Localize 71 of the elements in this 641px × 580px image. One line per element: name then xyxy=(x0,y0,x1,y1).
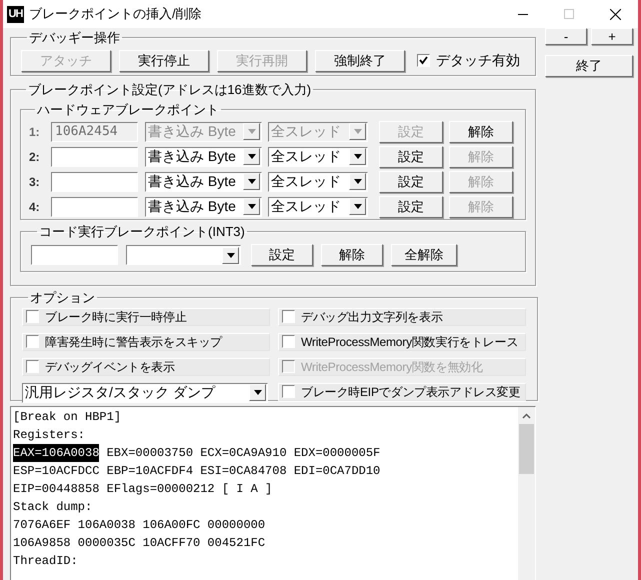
checkbox[interactable] xyxy=(26,360,39,373)
plus-button[interactable]: + xyxy=(591,28,633,45)
action-button[interactable]: 設定 xyxy=(251,244,313,266)
checkbox-label: WriteProcessMemory関数実行をトレース xyxy=(301,334,518,350)
log-text: EAX=106A0038 xyxy=(13,444,100,462)
exit-button[interactable]: 終了 xyxy=(545,55,633,77)
set-button[interactable]: 設定 xyxy=(379,170,443,192)
checkbox[interactable] xyxy=(282,335,295,348)
address-field[interactable] xyxy=(51,146,138,166)
action-button[interactable]: 解除 xyxy=(321,244,383,266)
checkbox[interactable] xyxy=(26,310,39,323)
scroll-thumb[interactable] xyxy=(519,424,534,474)
group-title: ブレークポイント設定(アドレスは16進数で入力) xyxy=(27,81,312,99)
checkbox[interactable] xyxy=(26,335,39,348)
dropdown[interactable]: 全スレッド xyxy=(268,146,368,166)
set-button[interactable]: 設定 xyxy=(379,146,443,168)
log-text-area[interactable] xyxy=(10,406,536,580)
group-title: コード実行ブレークポイント(INT3) xyxy=(38,222,246,241)
action-button[interactable]: 全解除 xyxy=(391,244,457,266)
set-button[interactable]: 設定 xyxy=(379,196,443,218)
dropdown[interactable] xyxy=(126,245,241,265)
group-title: デバッギー操作 xyxy=(28,29,121,47)
action-button[interactable]: 実行停止 xyxy=(119,50,209,72)
dropdown-value: 書き込み Byte xyxy=(148,147,236,166)
row-label: 2: xyxy=(29,148,41,166)
checkbox-label: デバッグ出力文字列を表示 xyxy=(301,308,443,326)
log-text: 106A9858 0000035C 10ACFF70 004521FC xyxy=(13,535,266,552)
log-text: Stack dump: xyxy=(13,499,92,516)
log-text: ThreadID: xyxy=(13,553,78,570)
window-title: ブレークポイントの挿入/削除 xyxy=(29,5,202,24)
app-logo: UH xyxy=(7,6,24,22)
checkbox-label: 障害発生時に警告表示をスキップ xyxy=(45,334,222,350)
row-label: 3: xyxy=(29,174,41,190)
checkbox-label: WriteProcessMemory関数を無効化 xyxy=(301,358,483,376)
dropdown[interactable]: 全スレッド xyxy=(268,196,368,216)
checkbox-label: ブレーク時EIPでダンプ表示アドレス変更 xyxy=(301,384,520,400)
dropdown[interactable]: 書き込み Byte xyxy=(145,172,262,192)
checkbox[interactable] xyxy=(417,54,430,67)
dropdown[interactable]: 全スレッド xyxy=(268,172,368,192)
dropdown-value: 全スレッド xyxy=(271,197,341,216)
dropdown[interactable]: 書き込み Byte xyxy=(145,146,262,166)
minus-button[interactable]: - xyxy=(545,28,587,45)
dropdown-value: 書き込み Byte xyxy=(148,122,236,141)
log-text: 7076A6EF 106A0038 106A00FC 00000000 xyxy=(13,517,266,534)
dropdown-value: 全スレッド xyxy=(271,172,341,191)
log-text: [Break on HBP1] xyxy=(13,409,122,426)
checkbox-label: デタッチ有効 xyxy=(436,51,520,70)
checkbox-label: デバッグイベントを表示 xyxy=(45,358,175,376)
log-text: EIP=00448858 EFlags=00000212 [ I A ] xyxy=(13,481,272,498)
group-title: ハードウェアブレークポイント xyxy=(36,100,220,118)
dropdown-value: 書き込み Byte xyxy=(148,172,236,191)
dropdown-value: 書き込み Byte xyxy=(148,197,236,216)
address-field[interactable] xyxy=(31,245,118,265)
checkbox[interactable] xyxy=(282,310,295,323)
address-field[interactable] xyxy=(51,196,138,216)
scrollbar[interactable] xyxy=(518,407,535,580)
checkbox[interactable] xyxy=(282,385,295,398)
dropdown-value: 汎用レジスタ/スタック ダンプ xyxy=(25,383,215,402)
log-text: ESP=10ACFDCC EBP=10ACFDF4 ESI=0CA84708 EDI=0CA7DD10 xyxy=(13,463,380,480)
row-label: 4: xyxy=(29,198,41,216)
dropdown-value: 全スレッド xyxy=(271,122,341,141)
group-title: オプション xyxy=(29,289,96,307)
dropdown-value: 全スレッド xyxy=(271,147,341,166)
dropdown[interactable]: 書き込み Byte xyxy=(145,196,262,216)
address-field[interactable] xyxy=(51,172,138,192)
checkbox-label: ブレーク時に実行一時停止 xyxy=(45,308,187,326)
row-label: 1: xyxy=(29,124,41,140)
dropdown[interactable]: 汎用レジスタ/スタック ダンプ xyxy=(22,382,268,402)
action-button[interactable]: 強制終了 xyxy=(315,50,405,72)
log-text: Registers: xyxy=(13,427,86,444)
log-text: EBX=00003750 ECX=0CA9A910 EDX=0000005F xyxy=(106,445,380,462)
